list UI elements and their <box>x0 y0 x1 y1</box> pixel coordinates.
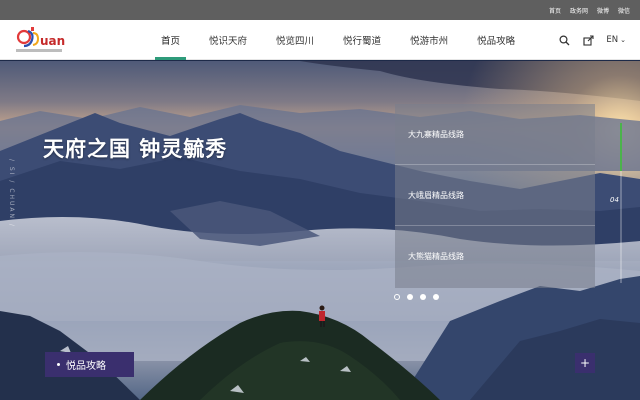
nav-item-shudao[interactable]: 悦行蜀道 <box>334 20 390 60</box>
nav-item-cities[interactable]: 悦游市州 <box>401 20 457 60</box>
main-nav: 首页 悦识天府 悦览四川 悦行蜀道 悦游市州 悦品攻略 <box>152 20 535 60</box>
utility-link-gov[interactable]: 政务网 <box>570 6 588 15</box>
hero-headline: 天府之国 钟灵毓秀 <box>43 137 228 161</box>
chevron-down-icon: ⌄ <box>620 36 626 44</box>
utility-links: 首页 政务网 微博 微信 <box>549 0 630 20</box>
nav-item-guides[interactable]: 悦品攻略 <box>468 20 524 60</box>
route-item-jiuzhai[interactable]: 大九寨精品线路 <box>395 104 595 165</box>
guide-button-label: 悦品攻略 <box>66 361 106 372</box>
carousel-dot[interactable] <box>433 294 439 300</box>
utility-link-home[interactable]: 首页 <box>549 6 561 15</box>
language-label: EN <box>606 35 619 45</box>
slide-progress-fill <box>620 123 622 171</box>
plus-button[interactable]: + <box>575 353 595 373</box>
guide-button[interactable]: 悦品攻略 <box>45 352 134 377</box>
slide-number: 04 <box>610 196 619 204</box>
bullet-icon <box>57 363 60 366</box>
carousel-dot[interactable] <box>394 294 400 300</box>
search-icon[interactable] <box>558 34 570 46</box>
utility-link-weibo[interactable]: 微博 <box>597 6 609 15</box>
share-icon[interactable] <box>582 34 594 46</box>
nav-item-tianfu[interactable]: 悦识天府 <box>200 20 256 60</box>
main-header: uan 首页 悦识天府 悦览四川 悦行蜀道 悦游市州 悦品攻略 EN ⌄ <box>0 20 640 60</box>
carousel-dots <box>394 294 439 300</box>
utility-link-wechat[interactable]: 微信 <box>618 6 630 15</box>
logo-wordmark: uan <box>40 34 65 48</box>
language-switcher[interactable]: EN ⌄ <box>606 35 626 45</box>
route-panel: 大九寨精品线路 大峨眉精品线路 大熊猫精品线路 <box>395 104 595 288</box>
route-item-emei[interactable]: 大峨眉精品线路 <box>395 165 595 226</box>
route-item-panda[interactable]: 大熊猫精品线路 <box>395 226 595 287</box>
site-logo[interactable]: uan <box>16 25 82 55</box>
top-utility-bar: 首页 政务网 微博 微信 <box>0 0 640 20</box>
carousel-dot[interactable] <box>420 294 426 300</box>
carousel-dot[interactable] <box>407 294 413 300</box>
hero-banner: / SI / CHUAN / 天府之国 钟灵毓秀 大九寨精品线路 大峨眉精品线路… <box>0 61 640 400</box>
nav-item-home[interactable]: 首页 <box>152 20 189 60</box>
slide-progress-bar <box>620 123 622 283</box>
side-vertical-text: / SI / CHUAN / <box>8 159 15 228</box>
header-tools: EN ⌄ <box>558 20 626 60</box>
nav-item-sichuan[interactable]: 悦览四川 <box>267 20 323 60</box>
